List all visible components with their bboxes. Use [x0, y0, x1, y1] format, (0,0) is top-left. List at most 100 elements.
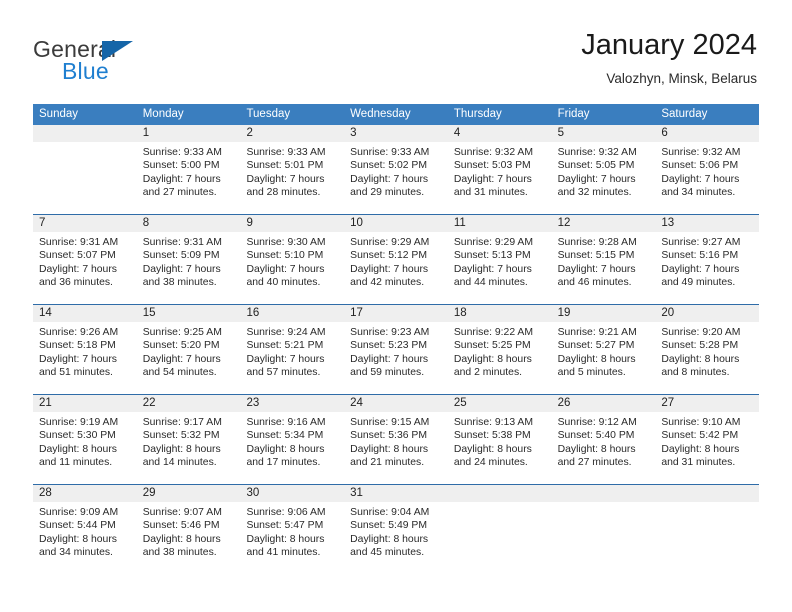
day-sun-info: Sunrise: 9:17 AM Sunset: 5:32 PM Daylight:… [137, 412, 241, 469]
day-number-band: 26 [551, 395, 656, 412]
calendar-day-cell[interactable]: 28 Sunrise: 9:09 AM Sunset: 5:44 PM Dayligh… [33, 485, 137, 574]
day-number-band: 4 [447, 125, 552, 142]
sunrise-text: Sunrise: 9:12 AM [557, 417, 637, 428]
day-sun-info: Sunrise: 9:32 AM Sunset: 5:05 PM Daylight:… [552, 142, 656, 199]
day-number-band: 21 [33, 395, 137, 412]
sunrise-text: Sunrise: 9:28 AM [557, 237, 637, 248]
sunrise-text: Sunrise: 9:16 AM [246, 417, 326, 428]
sunset-text: Sunset: 5:36 PM [350, 430, 427, 442]
calendar-week-cells: 21 Sunrise: 9:19 AM Sunset: 5:30 PM Dayligh… [33, 395, 760, 484]
day-number-band: 9 [240, 215, 345, 232]
sunset-text: Sunset: 5:28 PM [661, 340, 739, 352]
calendar-day-cell[interactable]: 18 Sunrise: 9:22 AM Sunset: 5:25 PM Dayligh… [447, 305, 552, 394]
calendar-day-cell[interactable]: 25 Sunrise: 9:13 AM Sunset: 5:38 PM Dayligh… [447, 395, 552, 484]
weekday-header-saturday: Saturday [661, 108, 708, 120]
calendar-day-cell[interactable]: 8 Sunrise: 9:31 AM Sunset: 5:09 PM Daylight… [136, 215, 241, 304]
day-number: 15 [142, 307, 156, 319]
calendar-day-cell[interactable]: 4 Sunrise: 9:32 AM Sunset: 5:03 PM Daylight… [447, 125, 552, 214]
calendar-day-cell[interactable]: 11 Sunrise: 9:29 AM Sunset: 5:13 PM Dayligh… [447, 215, 552, 304]
daylight-text-line1: Daylight: 7 hours [246, 353, 325, 365]
day-sun-info: Sunrise: 9:32 AM Sunset: 5:03 PM Daylight:… [448, 142, 552, 199]
daylight-text-line1: Daylight: 8 hours [39, 443, 117, 455]
daylight-text-line2: and 27 minutes. [557, 456, 632, 468]
calendar-day-cell[interactable]: 26 Sunrise: 9:12 AM Sunset: 5:40 PM Dayligh… [551, 395, 656, 484]
sunrise-text: Sunrise: 9:25 AM [142, 327, 222, 338]
daylight-text-line1: Daylight: 7 hours [350, 173, 429, 185]
day-number: 28 [39, 487, 52, 499]
day-number-band: 16 [240, 305, 345, 322]
sunset-text: Sunset: 5:23 PM [350, 340, 427, 352]
calendar-day-cell[interactable]: 17 Sunrise: 9:23 AM Sunset: 5:23 PM Dayligh… [344, 305, 448, 394]
calendar-day-cell[interactable]: 19 Sunrise: 9:21 AM Sunset: 5:27 PM Dayligh… [551, 305, 656, 394]
sunrise-text: Sunrise: 9:07 AM [142, 507, 222, 518]
day-number: 24 [350, 397, 363, 409]
daylight-text-line2: and 29 minutes. [350, 186, 425, 198]
day-number-band: 23 [240, 395, 345, 412]
sunrise-text: Sunrise: 9:23 AM [350, 327, 430, 338]
weekday-header-sunday: Sunday [39, 108, 79, 120]
calendar-day-cell[interactable]: 16 Sunrise: 9:24 AM Sunset: 5:21 PM Dayligh… [240, 305, 345, 394]
calendar-day-cell[interactable]: 1 Sunrise: 9:33 AM Sunset: 5:00 PM Daylight… [136, 125, 241, 214]
day-number-band [655, 485, 760, 502]
sunset-text: Sunset: 5:32 PM [142, 430, 220, 442]
calendar-day-cell[interactable]: 24 Sunrise: 9:15 AM Sunset: 5:36 PM Dayligh… [344, 395, 448, 484]
day-number: 9 [246, 217, 253, 229]
weekday-header-wednesday: Wednesday [350, 108, 411, 120]
calendar-day-cell[interactable]: 6 Sunrise: 9:32 AM Sunset: 5:06 PM Daylight… [655, 125, 760, 214]
day-sun-info: Sunrise: 9:20 AM Sunset: 5:28 PM Daylight:… [655, 322, 759, 379]
day-sun-info: Sunrise: 9:29 AM Sunset: 5:12 PM Daylight:… [344, 232, 448, 289]
daylight-text-line2: and 2 minutes. [453, 366, 523, 378]
calendar-day-cell[interactable]: 5 Sunrise: 9:32 AM Sunset: 5:05 PM Daylight… [551, 125, 656, 214]
daylight-text-line2: and 11 minutes. [39, 456, 113, 468]
day-number-band: 22 [136, 395, 241, 412]
daylight-text-line2: and 38 minutes. [142, 546, 217, 558]
sunset-text: Sunset: 5:15 PM [557, 250, 635, 262]
day-number: 12 [557, 217, 571, 229]
sunrise-text: Sunrise: 9:13 AM [453, 417, 534, 428]
calendar-day-cell[interactable]: 7 Sunrise: 9:31 AM Sunset: 5:07 PM Daylight… [33, 215, 137, 304]
day-number-band [33, 125, 137, 142]
sunrise-text: Sunrise: 9:06 AM [246, 507, 326, 518]
calendar-day-cell[interactable]: 3 Sunrise: 9:33 AM Sunset: 5:02 PM Daylight… [344, 125, 448, 214]
calendar-day-cell[interactable]: 2 Sunrise: 9:33 AM Sunset: 5:01 PM Daylight… [240, 125, 345, 214]
calendar-day-cell[interactable]: 30 Sunrise: 9:06 AM Sunset: 5:47 PM Dayligh… [240, 485, 345, 574]
daylight-text-line1: Daylight: 7 hours [246, 263, 325, 275]
calendar-day-cell[interactable]: 10 Sunrise: 9:29 AM Sunset: 5:12 PM Dayligh… [344, 215, 448, 304]
calendar-day-cell[interactable]: 21 Sunrise: 9:19 AM Sunset: 5:30 PM Dayligh… [33, 395, 137, 484]
sunrise-text: Sunrise: 9:33 AM [246, 147, 326, 158]
calendar-day-cell[interactable]: 22 Sunrise: 9:17 AM Sunset: 5:32 PM Dayligh… [136, 395, 241, 484]
day-sun-info: Sunrise: 9:23 AM Sunset: 5:23 PM Daylight:… [344, 322, 448, 379]
sunset-text: Sunset: 5:12 PM [350, 250, 427, 262]
day-number-band: 5 [551, 125, 656, 142]
day-number: 23 [246, 397, 260, 409]
daylight-text-line1: Daylight: 7 hours [39, 263, 117, 275]
sunset-text: Sunset: 5:01 PM [246, 160, 324, 172]
calendar-day-cell[interactable]: 29 Sunrise: 9:07 AM Sunset: 5:46 PM Dayligh… [136, 485, 241, 574]
calendar-day-cell[interactable]: 13 Sunrise: 9:27 AM Sunset: 5:16 PM Dayligh… [655, 215, 760, 304]
sunrise-text: Sunrise: 9:19 AM [39, 417, 119, 428]
daylight-text-line2: and 42 minutes. [350, 276, 425, 288]
day-sun-info: Sunrise: 9:07 AM Sunset: 5:46 PM Daylight:… [137, 502, 241, 559]
sunset-text: Sunset: 5:09 PM [142, 250, 220, 262]
calendar-day-cell[interactable]: 20 Sunrise: 9:20 AM Sunset: 5:28 PM Dayligh… [655, 305, 760, 394]
day-number-band: 3 [344, 125, 448, 142]
sunset-text: Sunset: 5:06 PM [661, 160, 739, 172]
calendar-day-cell[interactable]: 23 Sunrise: 9:16 AM Sunset: 5:34 PM Dayligh… [240, 395, 345, 484]
sunset-text: Sunset: 5:03 PM [453, 160, 531, 172]
daylight-text-line1: Daylight: 8 hours [39, 533, 117, 545]
sunrise-text: Sunrise: 9:32 AM [453, 147, 534, 158]
calendar-day-cell[interactable]: 12 Sunrise: 9:28 AM Sunset: 5:15 PM Dayligh… [551, 215, 656, 304]
calendar-week-row: 7 Sunrise: 9:31 AM Sunset: 5:07 PM Daylight… [33, 214, 760, 304]
day-sun-info: Sunrise: 9:30 AM Sunset: 5:10 PM Daylight:… [240, 232, 344, 289]
day-number: 4 [453, 127, 461, 139]
calendar-day-cell[interactable]: 9 Sunrise: 9:30 AM Sunset: 5:10 PM Daylight… [240, 215, 345, 304]
sunset-text: Sunset: 5:27 PM [557, 340, 635, 352]
day-number-band [551, 485, 656, 502]
calendar-day-cell[interactable]: 27 Sunrise: 9:10 AM Sunset: 5:42 PM Dayligh… [655, 395, 760, 484]
day-sun-info: Sunrise: 9:12 AM Sunset: 5:40 PM Daylight:… [552, 412, 656, 469]
calendar-day-cell[interactable]: 31 Sunrise: 9:04 AM Sunset: 5:49 PM Dayligh… [344, 485, 448, 574]
day-number: 2 [246, 127, 253, 139]
calendar-day-cell[interactable]: 15 Sunrise: 9:25 AM Sunset: 5:20 PM Dayligh… [136, 305, 241, 394]
calendar-day-cell[interactable]: 14 Sunrise: 9:26 AM Sunset: 5:18 PM Dayligh… [33, 305, 137, 394]
general-blue-logo[interactable]: General Blue [33, 36, 203, 88]
